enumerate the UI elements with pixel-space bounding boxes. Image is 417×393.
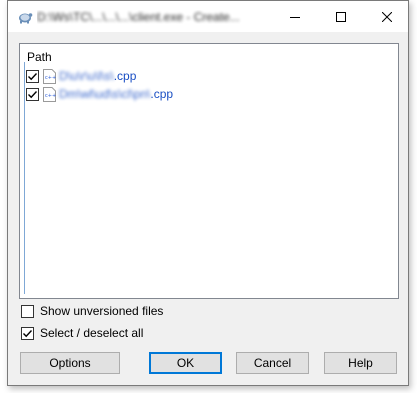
minimize-button[interactable] (272, 1, 318, 32)
cpp-file-icon: c++ (43, 86, 56, 102)
minimize-icon (290, 16, 300, 18)
dialog-window: D:\Ws\TC\...\...\...\client.exe - Create… (7, 0, 409, 386)
file-path: Dm\wl\ud\s\cl\pn\.cpp (59, 87, 174, 101)
select-all-option[interactable]: Select / deselect all (21, 326, 143, 340)
close-icon (382, 11, 392, 22)
checkmark-icon (28, 72, 38, 80)
tortoise-app-icon (19, 13, 33, 24)
close-button[interactable] (364, 1, 410, 32)
file-path: D\u\r\u\l\s\.cpp (59, 69, 137, 83)
options-button[interactable]: Options (20, 352, 120, 374)
list-focus-line (24, 62, 25, 294)
file-row-checkbox[interactable] (26, 69, 39, 83)
show-unversioned-option[interactable]: Show unversioned files (21, 304, 163, 318)
file-row-checkbox[interactable] (26, 87, 39, 101)
select-all-checkbox[interactable] (21, 326, 34, 340)
cpp-file-icon: c++ (43, 68, 56, 84)
file-row[interactable]: c++ Dm\wl\ud\s\cl\pn\.cpp (26, 86, 173, 102)
show-unversioned-label[interactable]: Show unversioned files (40, 304, 163, 318)
checkmark-icon (28, 90, 38, 98)
maximize-button[interactable] (318, 1, 364, 32)
ok-button[interactable]: OK (149, 352, 222, 374)
file-list[interactable]: Path c++ D\u\r\u\l\s\.cpp c++ Dm\wl\ud\s… (19, 43, 399, 299)
select-all-label[interactable]: Select / deselect all (40, 326, 143, 340)
path-column-header[interactable]: Path (27, 50, 52, 64)
show-unversioned-checkbox[interactable] (21, 304, 34, 318)
svg-text:c++: c++ (45, 75, 56, 81)
title-bar[interactable]: D:\Ws\TC\...\...\...\client.exe - Create… (8, 1, 408, 32)
file-row[interactable]: c++ D\u\r\u\l\s\.cpp (26, 68, 136, 84)
maximize-icon (336, 11, 346, 22)
checkmark-icon (23, 329, 33, 337)
svg-text:c++: c++ (45, 93, 56, 99)
cancel-button[interactable]: Cancel (236, 352, 309, 374)
help-button[interactable]: Help (324, 352, 397, 374)
window-title: D:\Ws\TC\...\...\...\client.exe - Create… (37, 10, 240, 24)
